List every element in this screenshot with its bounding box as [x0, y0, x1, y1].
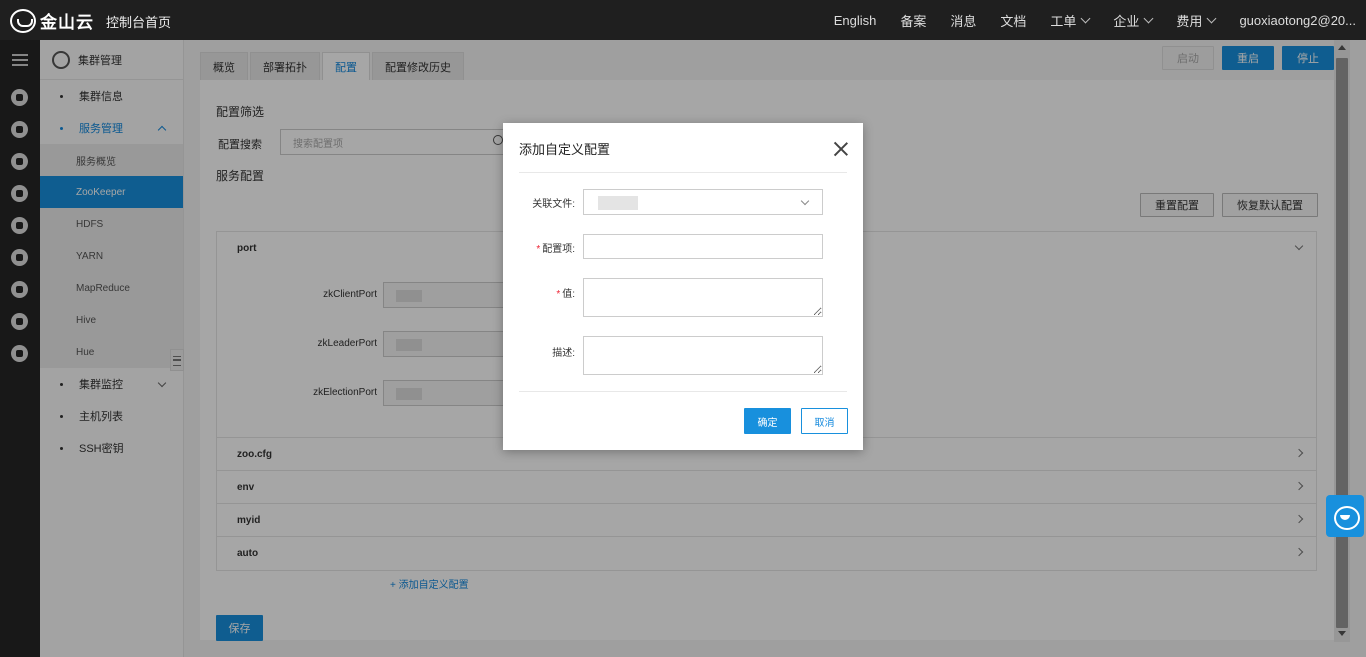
nav-billing[interactable]: 费用 — [1176, 11, 1217, 30]
nav-user-account[interactable]: guoxiaotong2@20... — [1239, 13, 1356, 28]
dialog-divider — [519, 172, 847, 173]
redacted-value — [598, 196, 638, 210]
dialog-divider — [519, 391, 847, 392]
description-textarea[interactable] — [583, 336, 823, 375]
logo[interactable]: 金山云 — [10, 8, 94, 33]
cancel-button[interactable]: 取消 — [801, 408, 848, 434]
nav-messages[interactable]: 消息 — [950, 11, 976, 30]
chevron-down-icon — [1143, 13, 1154, 23]
required-mark: * — [536, 244, 541, 255]
nav-docs[interactable]: 文档 — [1000, 11, 1026, 30]
cloud-logo-icon — [10, 8, 36, 33]
confirm-button[interactable]: 确定 — [744, 408, 791, 434]
chevron-down-icon — [800, 196, 810, 206]
file-label: 关联文件: — [532, 199, 575, 210]
key-label: * 配置项: — [536, 244, 575, 255]
chevron-down-icon — [1206, 13, 1217, 23]
value-label: * 值: — [556, 289, 575, 300]
dialog-actions: 确定 取消 — [744, 408, 848, 434]
logo-text: 金山云 — [40, 13, 94, 32]
customer-service-icon[interactable] — [1326, 495, 1364, 537]
nav-enterprise[interactable]: 企业 — [1113, 11, 1154, 30]
related-file-select[interactable] — [583, 189, 823, 215]
console-home-link[interactable]: 控制台首页 — [106, 12, 171, 31]
close-icon[interactable] — [834, 142, 848, 156]
nav-english[interactable]: English — [834, 13, 877, 28]
add-custom-config-dialog: 添加自定义配置 关联文件: * 配置项: * 值: 描述: 确定 取消 — [503, 123, 863, 450]
top-navbar: 金山云 控制台首页 English 备案 消息 文档 工单 企业 费用 guox… — [0, 0, 1366, 40]
dialog-title: 添加自定义配置 — [519, 142, 611, 157]
nav-tickets[interactable]: 工单 — [1050, 11, 1091, 30]
config-key-input[interactable] — [583, 234, 823, 259]
chevron-down-icon — [1080, 13, 1091, 23]
nav-beian[interactable]: 备案 — [900, 11, 926, 30]
config-value-textarea[interactable] — [583, 278, 823, 317]
required-mark: * — [556, 289, 561, 300]
top-nav-menu: English 备案 消息 文档 工单 企业 费用 guoxiaotong2@2… — [810, 0, 1356, 40]
desc-label: 描述: — [552, 348, 575, 359]
